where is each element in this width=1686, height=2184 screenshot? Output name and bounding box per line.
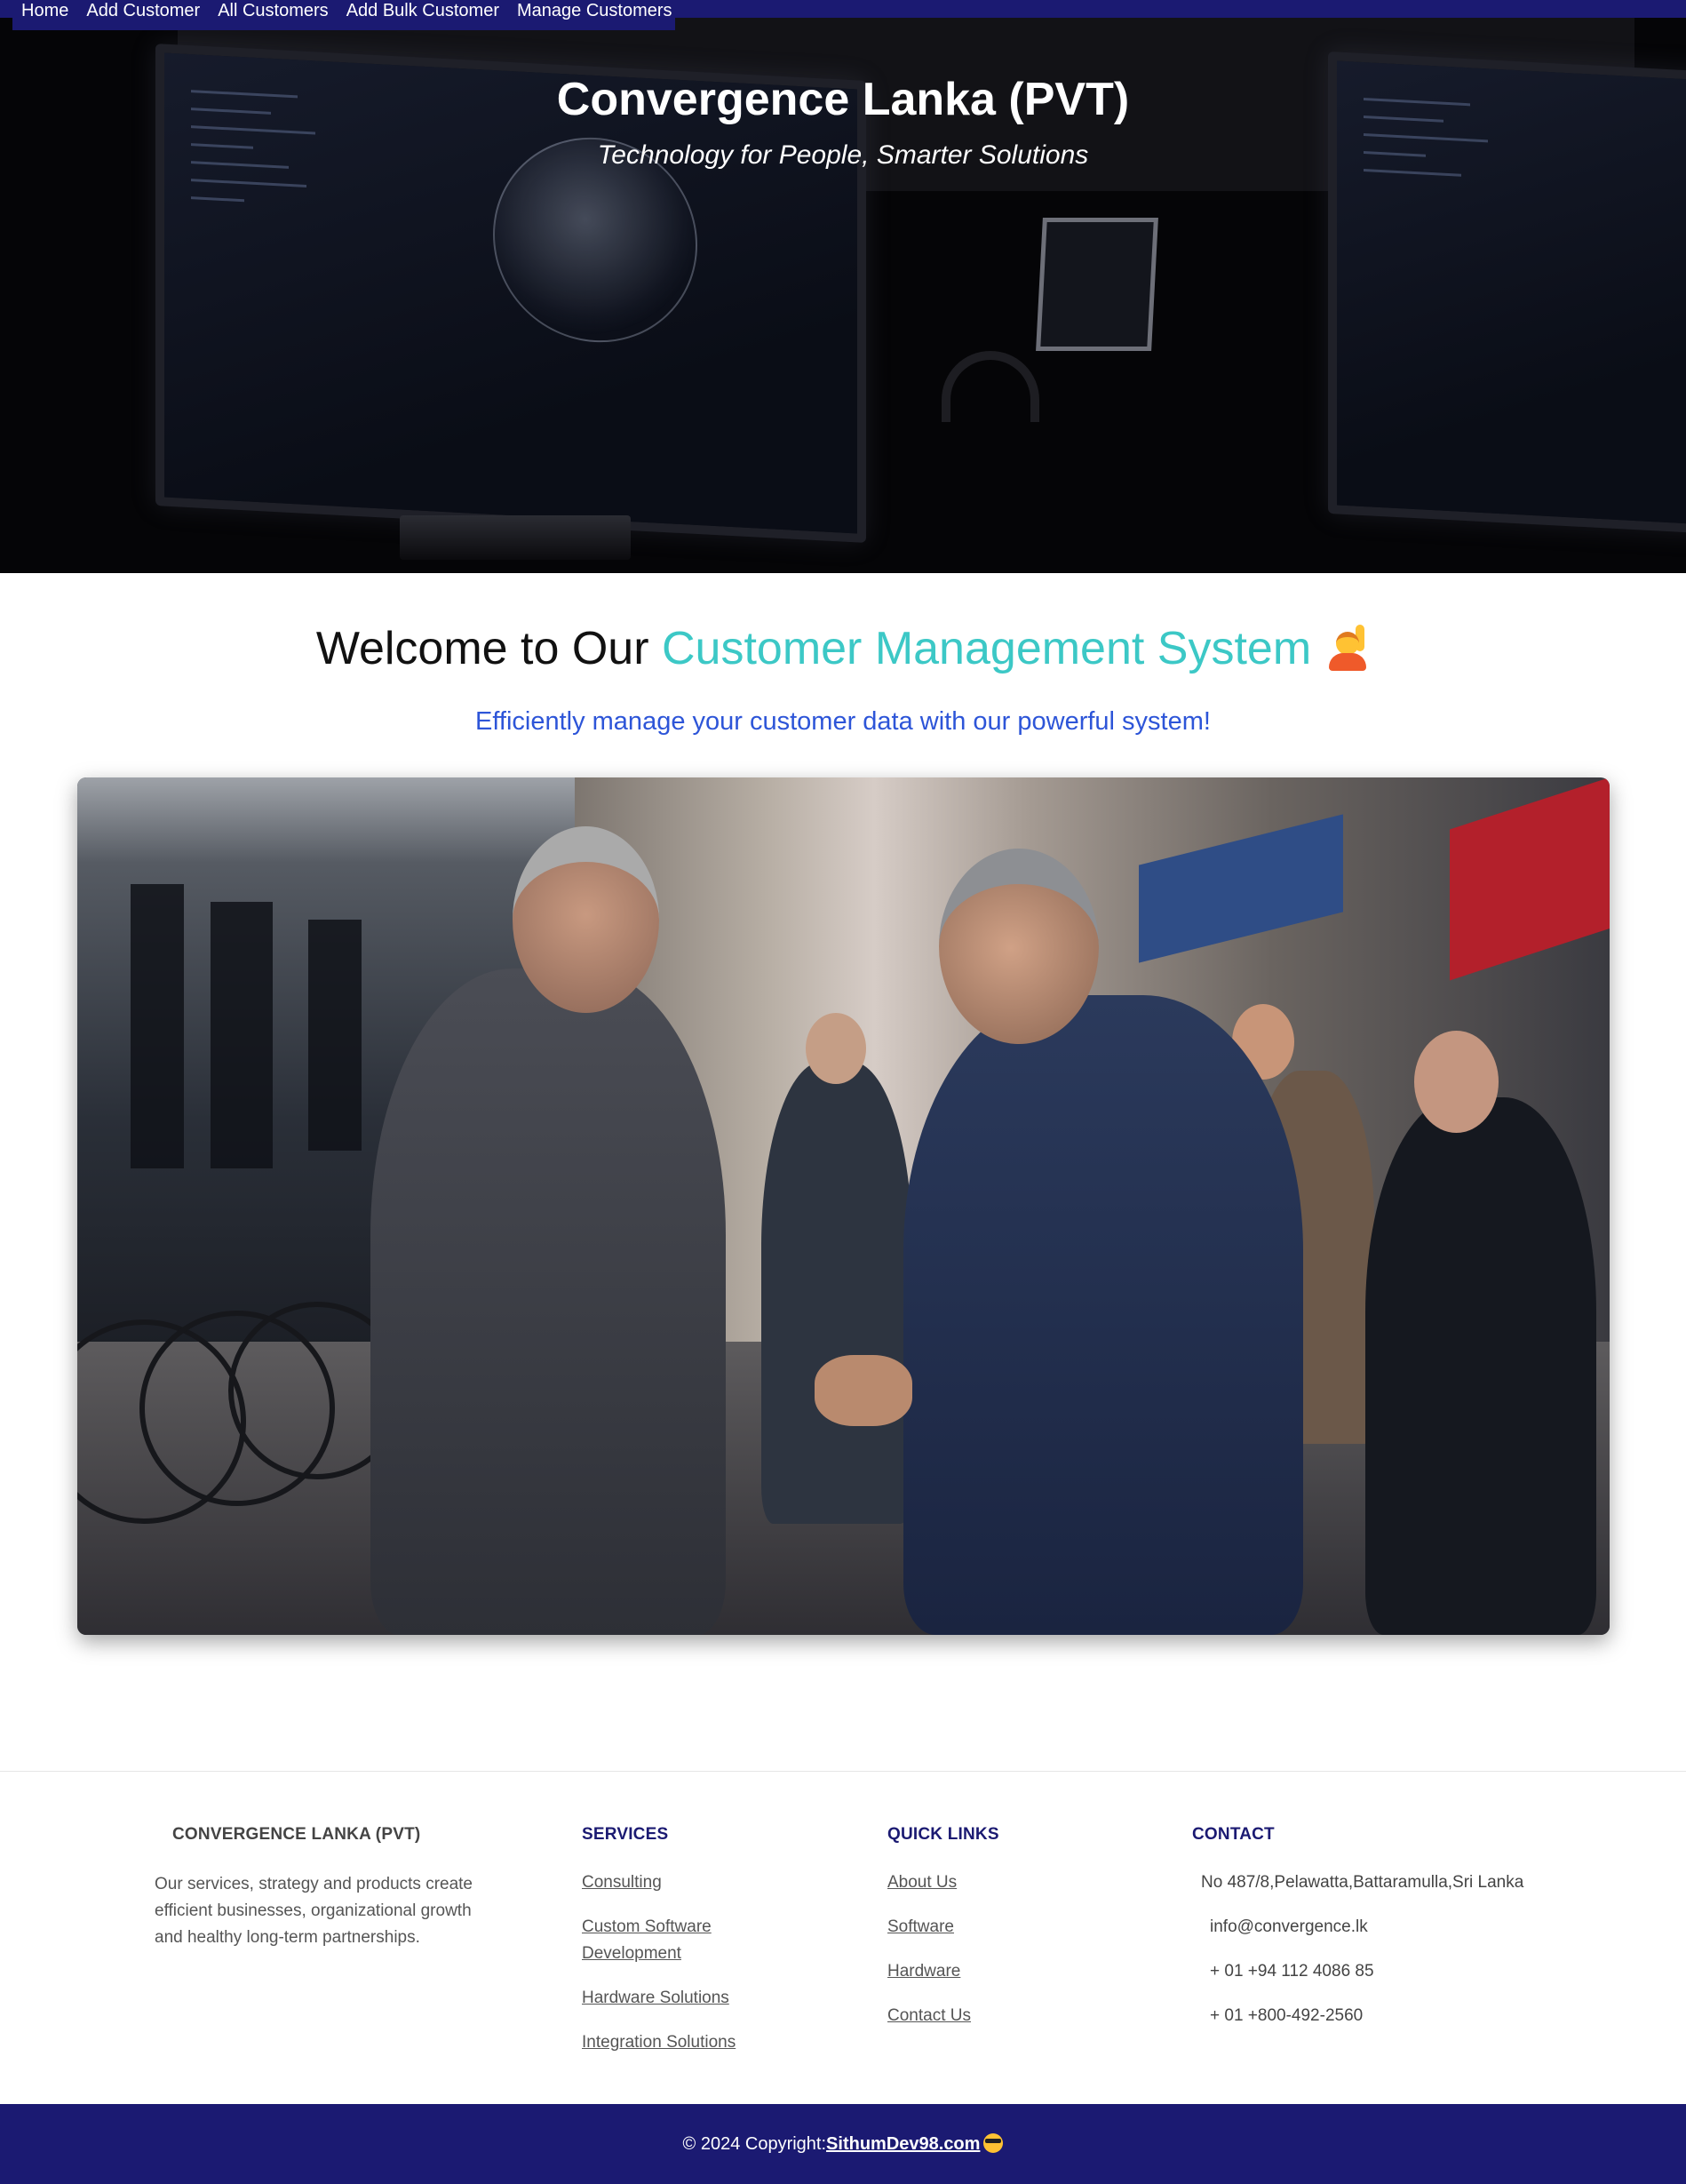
copyright-link[interactable]: SithumDev98.com xyxy=(826,2134,980,2154)
footer-link-hardware[interactable]: Hardware xyxy=(887,1962,960,1981)
handshake-photo xyxy=(77,777,1610,1635)
contact-phone-1: + 01 +94 112 4086 85 xyxy=(1210,1962,1374,1981)
copyright-text: © 2024 Copyright: xyxy=(682,2134,827,2154)
handshake xyxy=(815,1355,912,1426)
nav-manage-customers[interactable]: Manage Customers xyxy=(517,0,672,21)
footer-contact-title: CONTACT xyxy=(1192,1825,1275,1844)
main-nav: Home Add Customer All Customers Add Bulk… xyxy=(12,0,675,30)
hero-title: Convergence Lanka (PVT) xyxy=(556,74,1130,125)
footer-brand-description: Our services, strategy and products crea… xyxy=(155,1875,473,1947)
headphones-graphic xyxy=(942,351,1039,422)
footer-link-consulting[interactable]: Consulting xyxy=(582,1873,662,1892)
small-display xyxy=(1036,218,1158,351)
footer-brand: CONVERGENCE LANKA (PVT) Our services, st… xyxy=(155,1825,497,1951)
footer-link-integration-solutions[interactable]: Integration Solutions xyxy=(582,2033,736,2052)
footer-link-about-us[interactable]: About Us xyxy=(887,1873,957,1892)
contact-phone-2: + 01 +800-492-2560 xyxy=(1210,2006,1364,2025)
footer-services-title: SERVICES xyxy=(582,1825,669,1844)
photo-man-right xyxy=(903,995,1303,1635)
welcome-prefix: Welcome to Our xyxy=(315,623,662,674)
footer-divider xyxy=(0,1771,1686,1772)
person-raising-hand-icon xyxy=(1325,625,1370,671)
nav-all-customers[interactable]: All Customers xyxy=(218,0,328,21)
welcome-highlight: Customer Management System xyxy=(661,623,1312,674)
monitor-stand xyxy=(400,515,631,560)
hero-banner: Convergence Lanka (PVT) Technology for P… xyxy=(0,18,1686,573)
nav-home[interactable]: Home xyxy=(21,0,68,21)
photo-man-left xyxy=(370,968,726,1635)
nav-add-bulk-customer[interactable]: Add Bulk Customer xyxy=(346,0,499,21)
welcome-heading: Welcome to Our Customer Management Syste… xyxy=(0,622,1686,675)
footer-link-software[interactable]: Software xyxy=(887,1917,954,1936)
footer-link-custom-software[interactable]: Custom Software Development xyxy=(582,1917,712,1963)
contact-address: No 487/8,Pelawatta,Battaramulla,Sri Lank… xyxy=(1201,1873,1524,1892)
nav-add-customer[interactable]: Add Customer xyxy=(86,0,200,21)
copyright-bar: © 2024 Copyright:SithumDev98.com xyxy=(0,2104,1686,2184)
footer-contact: CONTACT No 487/8,Pelawatta,Battaramulla,… xyxy=(1192,1825,1618,2047)
footer-link-contact-us[interactable]: Contact Us xyxy=(887,2006,971,2025)
footer-quick-links: QUICK LINKS About Us Software Hardware C… xyxy=(887,1825,1101,2047)
welcome-subtitle: Efficiently manage your customer data wi… xyxy=(475,707,1211,736)
footer-link-hardware-solutions[interactable]: Hardware Solutions xyxy=(582,1989,729,2007)
footer-brand-title: CONVERGENCE LANKA (PVT) xyxy=(172,1825,421,1844)
hero-tagline: Technology for People, Smarter Solutions xyxy=(597,140,1089,170)
footer-quick-links-title: QUICK LINKS xyxy=(887,1825,999,1844)
sunglasses-face-icon xyxy=(983,2133,1004,2153)
footer-services: SERVICES Consulting Custom Software Deve… xyxy=(582,1825,795,2074)
contact-email: info@convergence.lk xyxy=(1210,1917,1368,1936)
